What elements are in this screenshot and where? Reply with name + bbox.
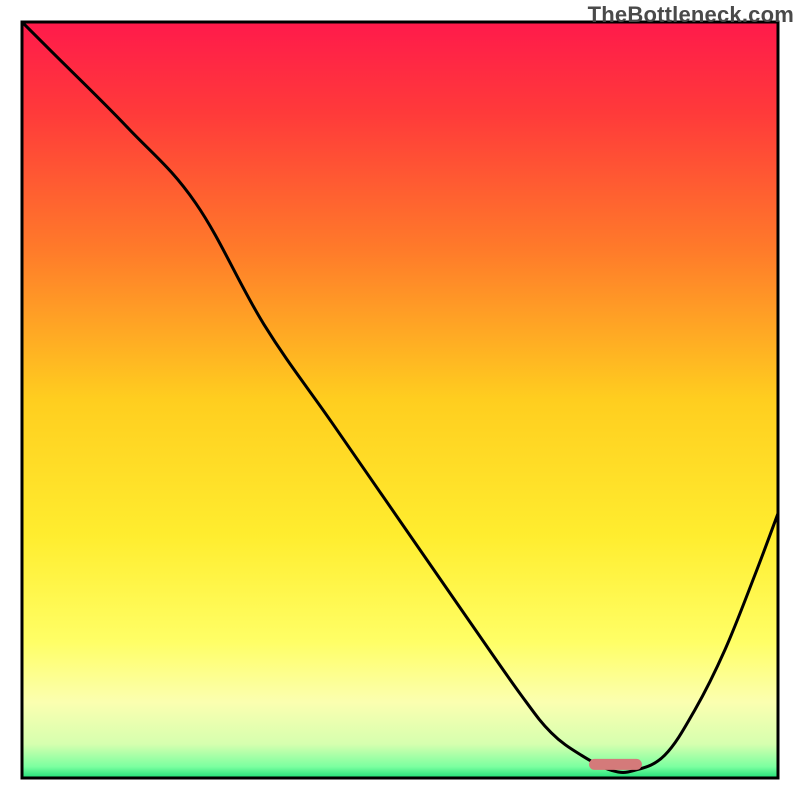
bottleneck-chart [0, 0, 800, 800]
optimal-marker [589, 759, 642, 770]
watermark-text: TheBottleneck.com [588, 2, 794, 28]
chart-container: TheBottleneck.com [0, 0, 800, 800]
